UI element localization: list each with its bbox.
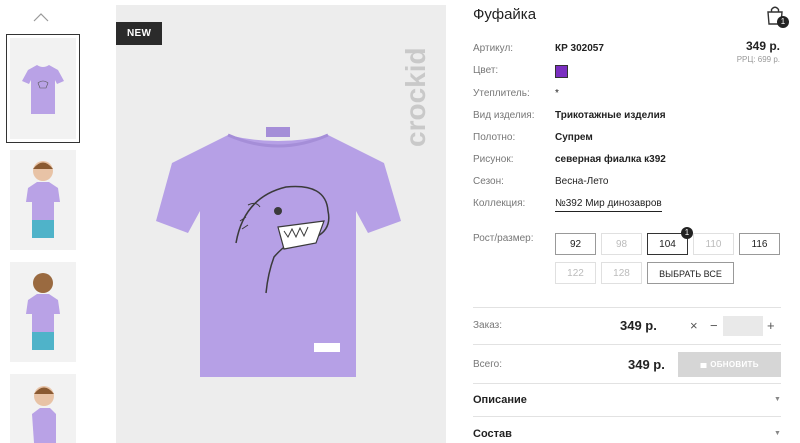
attr-label-article: Артикул: [473, 43, 514, 54]
tshirt-thumbnail-image [22, 65, 64, 114]
attr-value-season: Весна-Лето [555, 176, 609, 187]
size-option-98[interactable]: 98 [601, 233, 642, 255]
thumbnail-4[interactable] [10, 374, 76, 443]
thumbnail-1[interactable] [6, 34, 80, 143]
attr-label-print: Рисунок: [473, 154, 514, 165]
size-option-122[interactable]: 122 [555, 262, 596, 284]
collection-link[interactable]: №392 Мир динозавров [555, 198, 662, 212]
size-option-110[interactable]: 110 [693, 233, 734, 255]
thumbnail-3[interactable] [10, 262, 76, 362]
attr-label-color: Цвет: [473, 65, 499, 76]
svg-text:crockid: crockid [400, 47, 431, 147]
size-option-104[interactable]: 104 1 [647, 227, 693, 255]
attr-label-season: Сезон: [473, 176, 504, 187]
boy-front-thumbnail-image [26, 161, 60, 238]
recommended-retail-price: РРЦ: 699 р. [736, 55, 780, 64]
sizes-label: Рост/размер: [473, 233, 534, 244]
attr-label-collection: Коллекция: [473, 198, 526, 209]
color-swatch[interactable] [555, 65, 568, 78]
crockid-logo: crockid [400, 47, 431, 147]
accordion-description[interactable]: Описание [473, 394, 527, 406]
attr-value-insulation: * [555, 88, 559, 99]
boy-back-thumbnail-image [26, 273, 60, 350]
bag-icon [700, 363, 707, 368]
total-price: 349 р. [628, 357, 665, 372]
quantity-input[interactable] [723, 316, 763, 336]
update-button[interactable]: ОБНОВИТЬ [678, 352, 781, 377]
attr-value-fabric: Супрем [555, 132, 593, 143]
attr-label-fabric: Полотно: [473, 132, 516, 143]
attr-label-insulation: Утеплитель: [473, 88, 530, 99]
size-option-92[interactable]: 92 [555, 233, 596, 255]
size-option-128[interactable]: 128 [601, 262, 642, 284]
product-title: Фуфайка [473, 6, 537, 23]
main-product-photo[interactable]: NEW crockid [116, 5, 446, 443]
total-label: Всего: [473, 359, 502, 370]
order-price: 349 р. [620, 318, 657, 333]
divider [473, 416, 781, 417]
order-label: Заказ: [473, 320, 503, 331]
accordion-composition[interactable]: Состав [473, 428, 512, 440]
attr-value-product-type: Трикотажные изделия [555, 110, 666, 121]
size-option-116[interactable]: 116 [739, 233, 780, 255]
product-price: 349 р. [745, 39, 780, 53]
select-all-sizes-button[interactable]: ВЫБРАТЬ ВСЕ [647, 262, 734, 284]
cart-button[interactable]: 1 [764, 4, 789, 28]
attr-value-article: КР 302057 [555, 43, 604, 54]
clear-order-button[interactable]: × [690, 318, 698, 333]
chevron-down-icon[interactable]: ▼ [774, 396, 781, 403]
boy-side-thumbnail-image [32, 386, 56, 443]
cart-count-badge: 1 [777, 16, 789, 28]
divider [473, 383, 781, 384]
chevron-down-icon[interactable]: ▼ [774, 430, 781, 437]
quantity-plus-button[interactable]: + [767, 318, 775, 333]
divider [473, 307, 781, 308]
collection-link-text[interactable]: №392 Мир динозавров [555, 198, 662, 212]
scroll-up-arrow-icon[interactable] [33, 12, 49, 22]
size-option-104-label: 104 [659, 239, 676, 250]
attr-value-print: северная фиалка к392 [555, 154, 666, 165]
divider [473, 344, 781, 345]
size-quantity-badge: 1 [681, 227, 693, 239]
new-badge: NEW [116, 22, 163, 45]
quantity-minus-button[interactable]: − [710, 318, 718, 333]
thumbnail-2[interactable] [10, 150, 76, 250]
tshirt-image [156, 127, 401, 377]
update-button-label: ОБНОВИТЬ [710, 360, 759, 369]
attr-label-product-type: Вид изделия: [473, 110, 535, 121]
